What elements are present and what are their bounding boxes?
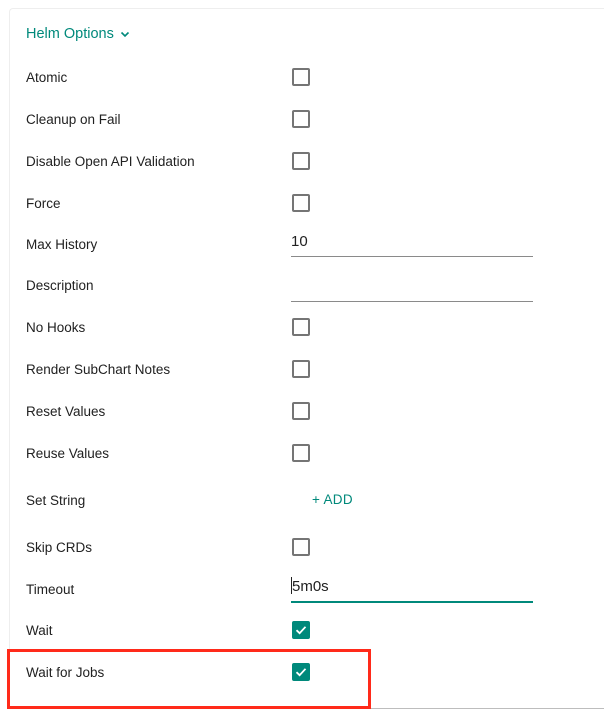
option-set-string: Set String + ADD — [26, 490, 546, 514]
option-label: Cleanup on Fail — [26, 112, 121, 127]
option-label: Render SubChart Notes — [26, 362, 171, 377]
option-max-history: Max History 10 — [26, 233, 546, 258]
option-label: Set String — [26, 493, 86, 508]
highlight-box — [7, 649, 371, 709]
option-disable-openapi-validation: Disable Open API Validation — [26, 151, 546, 175]
description-input[interactable] — [291, 275, 533, 302]
option-skip-crds: Skip CRDs — [26, 537, 546, 561]
skip-crds-checkbox[interactable] — [292, 538, 310, 556]
option-atomic: Atomic — [26, 67, 546, 91]
atomic-checkbox[interactable] — [292, 68, 310, 86]
set-string-add-button[interactable]: + ADD — [312, 492, 353, 507]
option-cleanup-on-fail: Cleanup on Fail — [26, 109, 546, 133]
option-force: Force — [26, 193, 546, 217]
timeout-input[interactable]: 5m0s — [291, 575, 533, 603]
max-history-input[interactable]: 10 — [291, 230, 533, 257]
option-label: Wait — [26, 623, 53, 638]
disable-openapi-validation-checkbox[interactable] — [292, 152, 310, 170]
option-render-subchart-notes: Render SubChart Notes — [26, 359, 546, 383]
force-checkbox[interactable] — [292, 194, 310, 212]
option-label: Skip CRDs — [26, 540, 93, 555]
option-no-hooks: No Hooks — [26, 317, 546, 341]
render-subchart-notes-checkbox[interactable] — [292, 360, 310, 378]
option-timeout: Timeout 5m0s — [26, 577, 546, 603]
option-label: Max History — [26, 237, 98, 252]
option-label: Force — [26, 196, 61, 211]
reuse-values-checkbox[interactable] — [292, 444, 310, 462]
cleanup-on-fail-checkbox[interactable] — [292, 110, 310, 128]
option-wait: Wait — [26, 620, 546, 644]
section-title: Helm Options — [26, 26, 114, 42]
option-label: Disable Open API Validation — [26, 154, 195, 169]
option-label: Timeout — [26, 582, 75, 597]
helm-options-toggle[interactable]: Helm Options — [26, 24, 130, 44]
checkmark-icon — [295, 626, 307, 635]
option-label: Atomic — [26, 70, 68, 85]
no-hooks-checkbox[interactable] — [292, 318, 310, 336]
option-reset-values: Reset Values — [26, 401, 546, 425]
option-reuse-values: Reuse Values — [26, 443, 546, 467]
chevron-down-icon — [120, 31, 129, 38]
option-label: Description — [26, 278, 94, 293]
option-description: Description — [26, 275, 546, 302]
option-label: No Hooks — [26, 320, 86, 335]
option-label: Reset Values — [26, 404, 106, 419]
reset-values-checkbox[interactable] — [292, 402, 310, 420]
timeout-value: 5m0s — [292, 578, 329, 595]
wait-checkbox[interactable] — [292, 621, 310, 639]
option-label: Reuse Values — [26, 446, 110, 461]
